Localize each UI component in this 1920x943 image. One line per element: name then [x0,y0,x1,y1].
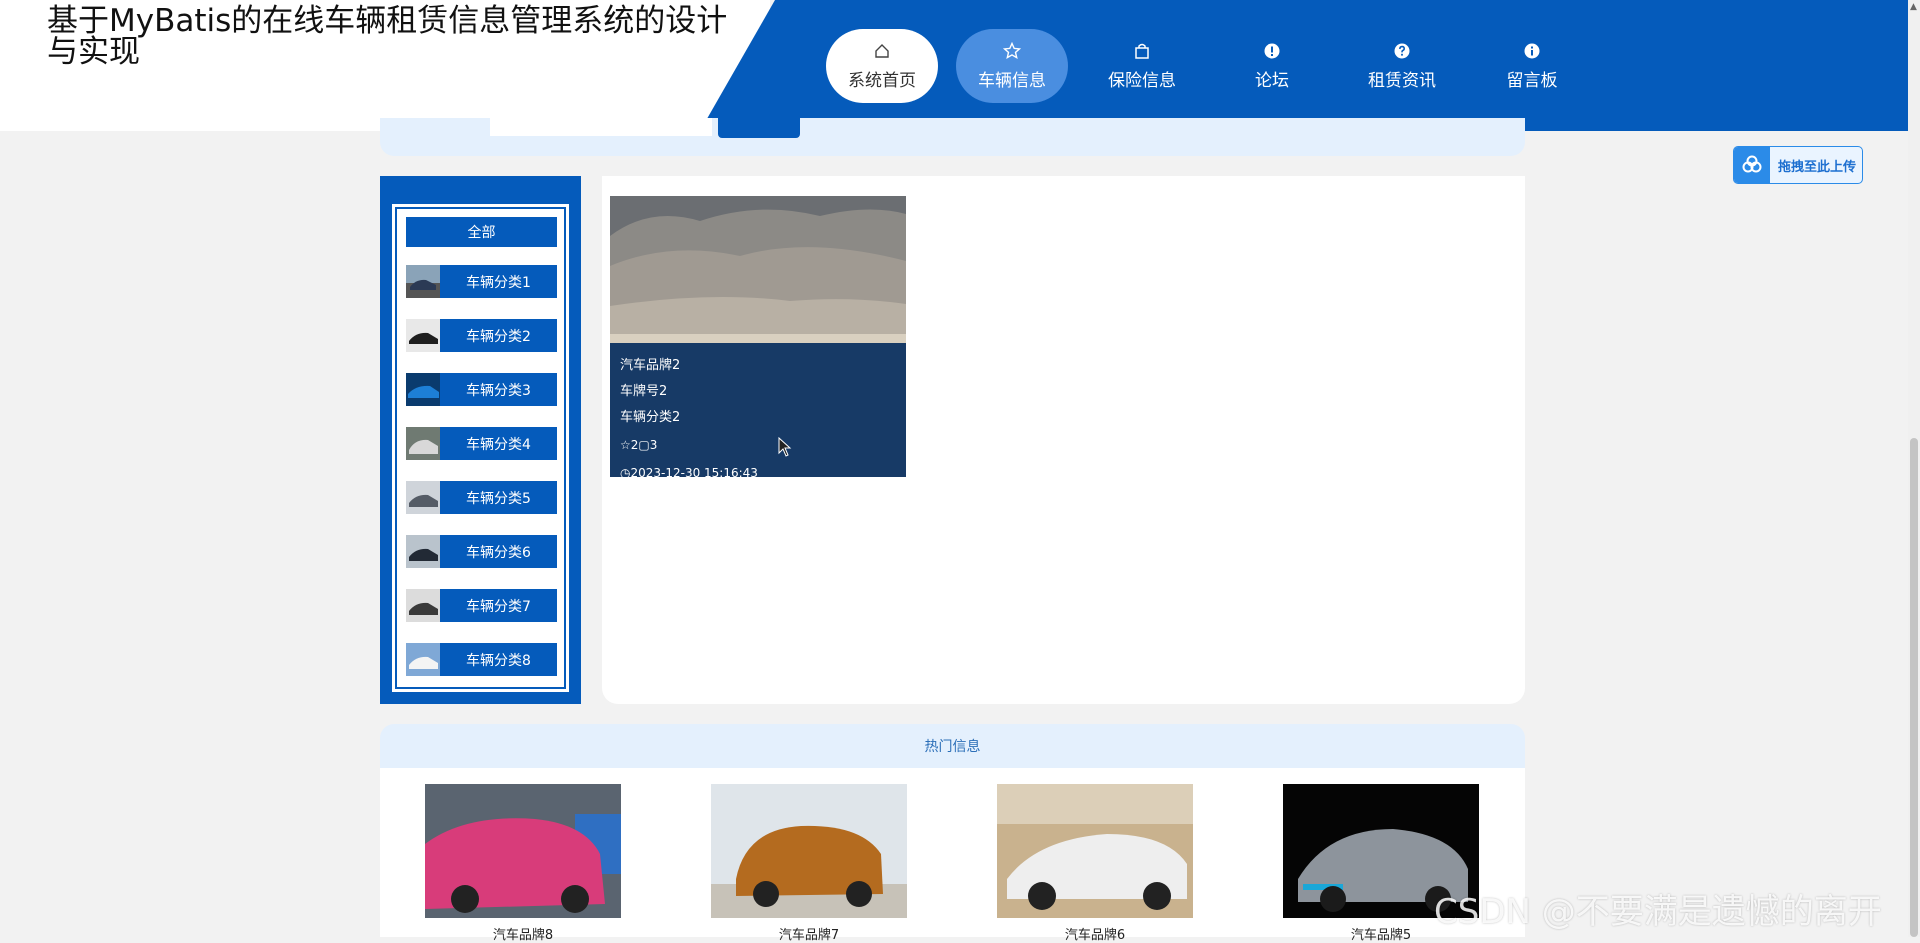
site-title: 基于MyBatis的在线车辆租赁信息管理系统的设计与实现 [47,3,728,70]
nav-vehicle-info-label: 车辆信息 [978,70,1046,91]
bag-icon [1134,42,1150,60]
vehicle-category: 车辆分类2 [620,410,681,425]
info-icon [1524,42,1540,60]
category-thumbnail [406,427,440,460]
like-count: 2 [630,438,639,452]
view-count: 3 [649,438,658,452]
category-thumbnail [406,535,440,568]
category-item-4[interactable]: 车辆分类4 [406,427,557,460]
category-label: 车辆分类2 [440,319,557,352]
vehicle-plate: 车牌号2 [620,384,668,399]
category-label: 车辆分类5 [440,481,557,514]
upload-drop-zone[interactable]: 拖拽至此上传 [1733,146,1863,184]
category-item-7[interactable]: 车辆分类7 [406,589,557,622]
vehicle-brand: 汽车品牌2 [620,358,681,373]
category-item-3[interactable]: 车辆分类3 [406,373,557,406]
category-thumbnail [406,265,440,298]
watermark: CSDN @不要满是遗憾的离开 [1434,892,1882,932]
vehicle-time: 2023-12-30 15:16:43 [630,466,758,477]
view-icon: ▢ [638,438,650,452]
hot-item-label: 汽车品牌8 [492,928,554,943]
category-list: 全部 车辆分类1 车辆分类2 车辆分类3 车辆分类4 车辆分类5 车辆分类6 车… [392,204,569,692]
category-item-5[interactable]: 车辆分类5 [406,481,557,514]
category-label: 车辆分类4 [440,427,557,460]
search-input[interactable] [490,118,712,136]
nav-insurance[interactable]: 保险信息 [1086,29,1198,103]
nav-message-board[interactable]: 留言板 [1476,29,1588,103]
category-sidebar: 全部 车辆分类1 车辆分类2 车辆分类3 车辆分类4 车辆分类5 车辆分类6 车… [380,176,581,704]
category-thumbnail [406,481,440,514]
category-label: 车辆分类6 [440,535,557,568]
nav-vehicle-info[interactable]: 车辆信息 [956,29,1068,103]
nav-message-board-label: 留言板 [1506,70,1558,91]
vehicle-stats: ☆ 2 ▢ 3 [620,431,906,459]
hot-item-image [425,784,621,918]
hot-item-1[interactable]: 汽车品牌8 [425,784,621,943]
vehicle-time-row: ◷ 2023-12-30 15:16:43 [620,459,906,477]
hot-info-title: 热门信息 [924,739,981,755]
mouse-cursor-icon [778,437,792,457]
nav-rental-news[interactable]: 租赁资讯 [1346,29,1458,103]
exclamation-icon [1264,42,1280,60]
category-item-6[interactable]: 车辆分类6 [406,535,557,568]
scrollbar-thumb[interactable] [1910,438,1918,937]
hot-info-list: 汽车品牌8 汽车品牌7 汽车品牌6 汽车品牌5 [380,768,1525,943]
category-thumbnail [406,643,440,676]
hot-info-header: 热门信息 [380,724,1525,768]
search-button[interactable] [718,118,800,138]
vehicle-card-image [610,196,906,343]
hot-item-2[interactable]: 汽车品牌7 [711,784,907,943]
nav-rental-news-label: 租赁资讯 [1368,70,1436,91]
hot-item-image [997,784,1193,918]
nav-insurance-label: 保险信息 [1108,70,1176,91]
category-all-button[interactable]: 全部 [406,217,557,247]
category-label: 车辆分类8 [440,643,557,676]
category-thumbnail [406,589,440,622]
clock-icon: ◷ [620,466,631,477]
question-icon [1394,42,1410,60]
category-thumbnail [406,319,440,352]
scroll-up-arrow-icon[interactable]: ▲ [1910,2,1917,12]
upload-label: 拖拽至此上传 [1778,159,1857,175]
star-icon [1003,41,1021,60]
hot-item-label: 汽车品牌6 [1064,928,1126,943]
like-star-icon: ☆ [620,438,631,452]
nav-forum-label: 论坛 [1255,70,1289,91]
hot-item-3[interactable]: 汽车品牌6 [997,784,1193,943]
hot-item-label: 汽车品牌7 [778,928,840,943]
category-item-2[interactable]: 车辆分类2 [406,319,557,352]
hot-item-image [711,784,907,918]
nav-forum[interactable]: 论坛 [1216,29,1328,103]
category-label: 车辆分类7 [440,589,557,622]
home-icon [874,42,890,60]
category-item-8[interactable]: 车辆分类8 [406,643,557,676]
vehicle-card[interactable]: 汽车品牌2 车牌号2 车辆分类2 ☆ 2 ▢ 3 ◷ 2023-12-30 15… [610,196,906,477]
category-item-1[interactable]: 车辆分类1 [406,265,557,298]
upload-cloud-icon [1734,147,1770,183]
nav-home-label: 系统首页 [848,70,916,91]
category-thumbnail [406,373,440,406]
category-label: 车辆分类1 [440,265,557,298]
vehicle-card-info: 汽车品牌2 车牌号2 车辆分类2 ☆ 2 ▢ 3 ◷ 2023-12-30 15… [610,343,906,477]
main-nav: 系统首页 车辆信息 保险信息 论坛 租赁资讯 留言板 [826,29,1606,103]
category-label: 车辆分类3 [440,373,557,406]
nav-home[interactable]: 系统首页 [826,29,938,103]
